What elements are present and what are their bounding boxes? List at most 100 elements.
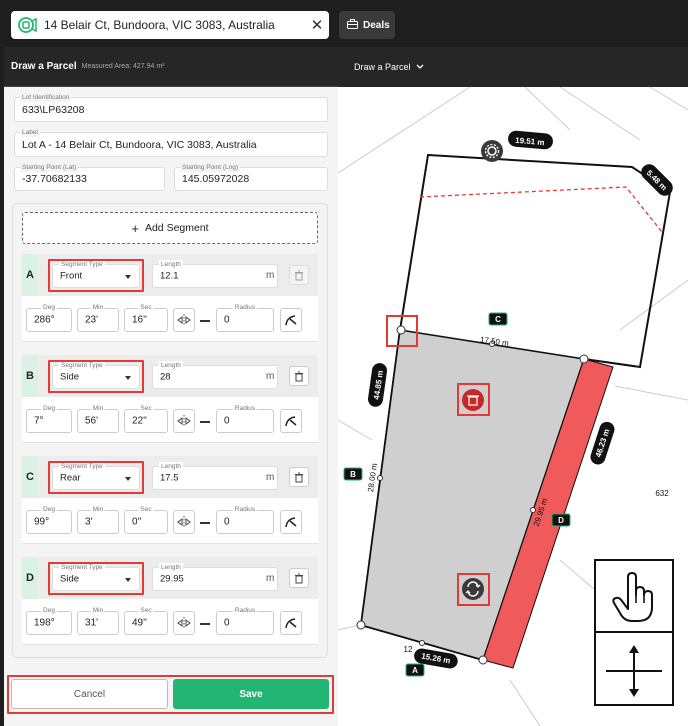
caret-down-icon [125, 275, 131, 279]
segment-card: C Segment Type Rear Length 17.5 m Deg 99° Min 3' S… [22, 456, 318, 546]
lot-identification-field[interactable]: Lot Identification 633\LP63208 [14, 93, 328, 122]
segment-type-label: Segment Type [59, 563, 105, 572]
segment-type-label: Segment Type [59, 260, 105, 269]
radius-input[interactable]: Radius 0 [216, 606, 274, 635]
min-input[interactable]: Min 3' [77, 505, 119, 534]
segment-type-select[interactable]: Segment Type Rear [52, 462, 140, 490]
delete-segment-button[interactable] [289, 568, 309, 588]
min-label: Min [90, 505, 106, 514]
sec-label: Sec [138, 404, 154, 413]
deg-input[interactable]: Deg 286° [26, 303, 72, 332]
segment-header-row: Segment Type Front Length 12.1 m [38, 254, 318, 296]
rotate-icon[interactable] [462, 578, 484, 600]
sec-input[interactable]: Sec 0'' [124, 505, 168, 534]
boundary-line [614, 385, 688, 401]
boundary-line [559, 87, 641, 141]
min-input[interactable]: Min 56' [77, 404, 119, 433]
min-input[interactable]: Min 23' [77, 303, 119, 332]
map-header[interactable]: Draw a Parcel [338, 47, 688, 87]
delete-segment-button[interactable] [289, 467, 309, 487]
length-input[interactable]: Length 28 [152, 361, 278, 389]
arc-tool-button[interactable] [280, 611, 302, 635]
segment-type-select[interactable]: Segment Type Side [52, 563, 140, 591]
segment-marker-b: B [343, 467, 363, 481]
midpoint-handle[interactable] [377, 475, 383, 481]
segment-type-select[interactable]: Segment Type Front [52, 260, 140, 288]
flip-direction-button[interactable] [173, 409, 195, 433]
save-button[interactable]: Save [173, 679, 329, 709]
map-mode-label: Draw a Parcel [354, 62, 411, 72]
boundary-line [509, 679, 541, 726]
start-lat-field[interactable]: Starting Point (Lat) -37.70682133 [14, 163, 165, 191]
vertex-handle[interactable] [396, 325, 406, 335]
min-input[interactable]: Min 31' [77, 606, 119, 635]
deg-label: Deg [41, 303, 57, 312]
close-icon[interactable]: ✕ [305, 16, 329, 34]
segment-card: A Segment Type Front Length 12.1 m Deg 286° Min 2… [22, 254, 318, 344]
vertex-handle[interactable] [356, 620, 366, 630]
midpoint-handle[interactable] [530, 507, 536, 513]
segment-bearing-row: Deg 99° Min 3' Sec 0'' Radius 0 [22, 498, 318, 544]
deg-label: Deg [41, 505, 57, 514]
deg-input[interactable]: Deg 7° [26, 404, 72, 433]
edge-label-right-top: 5.48 m [641, 164, 673, 196]
start-lng-field[interactable]: Starting Point (Lng) 145.05972028 [174, 163, 328, 191]
address-text[interactable]: 14 Belair Ct, Bundoora, VIC 3083, Austra… [44, 18, 305, 32]
sec-value: 49'' [132, 617, 147, 629]
label-field[interactable]: Label Lot A - 14 Belair Ct, Bundoora, VI… [14, 128, 328, 157]
radius-input[interactable]: Radius 0 [216, 303, 274, 332]
flip-icon [177, 617, 191, 629]
arc-tool-icon [285, 416, 297, 427]
flip-direction-button[interactable] [173, 611, 195, 635]
add-segment-button[interactable]: + Add Segment [22, 212, 318, 244]
segment-bearing-row: Deg 286° Min 23' Sec 16'' Radius 0 [22, 296, 318, 342]
segment-type-label: Segment Type [59, 361, 105, 370]
delete-segment-button[interactable] [289, 366, 309, 386]
flip-direction-button[interactable] [173, 510, 195, 534]
radius-input[interactable]: Radius 0 [216, 404, 274, 433]
settings-gear-icon[interactable] [481, 140, 503, 162]
edge-label-left-outer: 44.85 m [367, 363, 388, 407]
flip-icon [177, 314, 191, 326]
sec-label: Sec [138, 505, 154, 514]
separator-dash [200, 623, 210, 625]
deg-value: 198° [34, 617, 55, 629]
boundary-line [524, 87, 571, 131]
svg-text:C: C [495, 315, 501, 324]
length-input[interactable]: Length 29.95 [152, 563, 278, 591]
segment-type-select[interactable]: Segment Type Side [52, 361, 140, 389]
radius-value: 0 [224, 617, 230, 629]
midpoint-handle[interactable] [419, 640, 425, 646]
cancel-button[interactable]: Cancel [11, 679, 168, 709]
length-input[interactable]: Length 12.1 [152, 260, 278, 288]
arc-tool-button[interactable] [280, 510, 302, 534]
sec-input[interactable]: Sec 16'' [124, 303, 168, 332]
address-search[interactable]: 14 Belair Ct, Bundoora, VIC 3083, Austra… [11, 11, 329, 39]
deg-input[interactable]: Deg 198° [26, 606, 72, 635]
vertex-handle[interactable] [478, 655, 488, 665]
radius-input[interactable]: Radius 0 [216, 505, 274, 534]
length-input[interactable]: Length 17.5 [152, 462, 278, 490]
arc-tool-button[interactable] [280, 308, 302, 332]
vertex-handle[interactable] [579, 354, 589, 364]
deals-button[interactable]: Deals [339, 11, 395, 39]
arc-tool-icon [285, 517, 297, 528]
deg-input[interactable]: Deg 99° [26, 505, 72, 534]
separator-dash [200, 320, 210, 322]
length-label: Length [159, 260, 183, 269]
lot-identification-label: Lot Identification [20, 93, 72, 102]
edge-label-top: 19.51 m [508, 130, 553, 150]
arc-tool-button[interactable] [280, 409, 302, 433]
trash-icon[interactable] [462, 389, 484, 411]
min-value: 56' [85, 415, 99, 427]
segment-card: D Segment Type Side Length 29.95 m Deg 198° Min 3… [22, 557, 318, 647]
trash-icon [295, 371, 303, 381]
flip-direction-button[interactable] [173, 308, 195, 332]
sec-input[interactable]: Sec 49'' [124, 606, 168, 635]
sec-input[interactable]: Sec 22'' [124, 404, 168, 433]
svg-text:A: A [412, 666, 418, 675]
deg-value: 99° [34, 516, 50, 528]
separator-dash [200, 421, 210, 423]
trash-icon [295, 573, 303, 583]
delete-segment-button[interactable] [289, 265, 309, 285]
